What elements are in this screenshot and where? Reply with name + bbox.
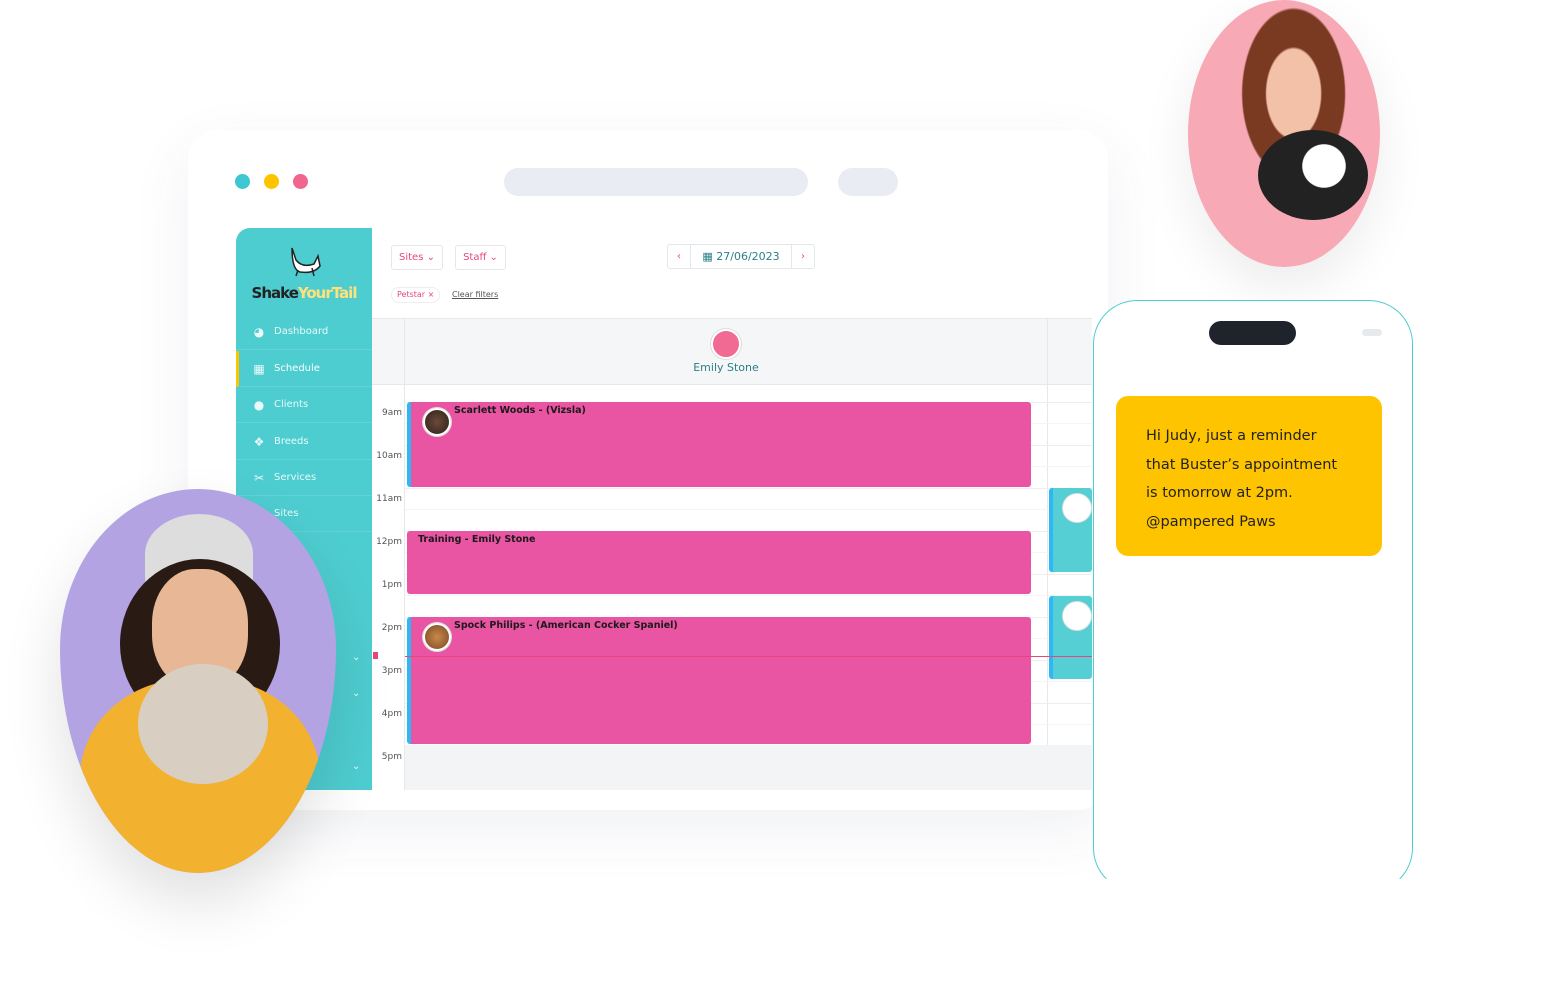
phone-sensor (1362, 329, 1382, 336)
user-icon: ● (253, 397, 265, 412)
training-event[interactable]: Training - Emily Stone (407, 531, 1031, 594)
pet-avatar (1063, 602, 1091, 630)
message-line: Hi Judy, just a reminder (1146, 428, 1317, 444)
chevron-down-icon: ⌄ (426, 252, 435, 263)
message-line: is tomorrow at 2pm. (1146, 485, 1293, 501)
window-dot-pink (293, 174, 308, 189)
staff-name: Emily Stone (693, 361, 759, 374)
window-dot-teal (235, 174, 250, 189)
event-title: Spock Philips - (American Cocker Spaniel… (454, 620, 678, 631)
time-label: 11am (376, 494, 402, 504)
filter-chip-petstar[interactable]: Petstar × (391, 287, 441, 303)
window-button[interactable] (838, 168, 898, 196)
message-line: @pampered Paws (1146, 513, 1276, 530)
sidebar-item-label: Sites (274, 508, 299, 519)
pet-avatar (423, 408, 451, 436)
chevron-down-icon[interactable]: ⌄ (352, 761, 360, 772)
dog-logo-icon (291, 247, 321, 277)
time-label: 5pm (381, 752, 402, 762)
time-label: 9am (381, 408, 402, 418)
prev-day-button[interactable]: ‹ (667, 244, 691, 269)
filter-chip-label: Petstar (397, 290, 426, 299)
sites-label: Sites (399, 252, 424, 263)
paw-icon: ❖ (253, 434, 265, 449)
woman-with-puppy-photo (60, 489, 336, 873)
woman-with-dog-photo (1188, 0, 1380, 267)
time-label: 10am (376, 451, 402, 461)
next-day-button[interactable]: › (791, 244, 815, 269)
sidebar-item-dashboard[interactable]: ◕ Dashboard (236, 314, 372, 350)
time-label: 2pm (381, 623, 402, 633)
pet-avatar (1063, 494, 1091, 522)
date-value: 27/06/2023 (716, 250, 780, 263)
reminder-message: Hi Judy, just a reminder that Buster’s a… (1116, 396, 1382, 556)
gauge-icon: ◕ (253, 324, 265, 339)
sidebar-item-services[interactable]: ✂ Services (236, 460, 372, 496)
message-line: that Buster’s appointment (1146, 456, 1338, 473)
logo: ShakeYourTail (236, 246, 372, 302)
calendar-icon: ▦ (253, 361, 265, 376)
chevron-down-icon: ⌄ (489, 252, 498, 263)
staff-dropdown[interactable]: Staff ⌄ (455, 245, 506, 270)
window-dot-yellow (264, 174, 279, 189)
time-label: 3pm (381, 666, 402, 676)
appointment-event[interactable]: Spock Philips - (American Cocker Spaniel… (407, 617, 1031, 744)
sidebar-item-label: Breeds (274, 436, 309, 447)
after-hours-area (405, 745, 1092, 790)
sidebar-item-label: Dashboard (274, 326, 329, 337)
calendar-icon: ▦ (702, 250, 713, 263)
phone-notch (1209, 321, 1296, 345)
sidebar-item-schedule[interactable]: ▦ Schedule (236, 351, 372, 387)
phone-mockup (1093, 300, 1413, 892)
close-icon[interactable]: × (428, 290, 435, 299)
half-hour-line (405, 509, 1092, 510)
staff-avatar (711, 329, 741, 359)
divider (1047, 318, 1048, 790)
event-title: Scarlett Woods - (Vizsla) (454, 405, 586, 416)
brand-name-light: YourTail (297, 284, 358, 302)
clear-filters-link[interactable]: Clear filters (452, 290, 498, 299)
sidebar-item-breeds[interactable]: ❖ Breeds (236, 424, 372, 460)
sites-dropdown[interactable]: Sites ⌄ (391, 245, 443, 270)
appointment-event-other[interactable] (1049, 488, 1092, 572)
chevron-down-icon[interactable]: ⌄ (352, 688, 360, 699)
time-label: 1pm (381, 580, 402, 590)
hour-line (405, 488, 1092, 489)
appointment-event-other[interactable] (1049, 596, 1092, 679)
event-title: Training - Emily Stone (418, 534, 536, 545)
time-label: 4pm (381, 709, 402, 719)
address-bar[interactable] (504, 168, 808, 196)
chevron-down-icon[interactable]: ⌄ (352, 652, 360, 663)
half-hour-line (405, 595, 1092, 596)
sidebar-item-clients[interactable]: ● Clients (236, 387, 372, 423)
time-label: 12pm (376, 537, 402, 547)
divider (404, 318, 405, 790)
staff-label: Staff (463, 252, 487, 263)
sidebar-item-label: Services (274, 472, 317, 483)
sidebar-item-label: Clients (274, 399, 309, 410)
brand-name-dark: Shake (251, 284, 299, 302)
date-picker[interactable]: ▦ 27/06/2023 (690, 244, 792, 269)
chevron-left-icon: ‹ (677, 251, 681, 262)
chevron-right-icon: › (801, 251, 805, 262)
current-time-marker (373, 652, 378, 659)
sidebar-item-label: Schedule (274, 363, 320, 374)
appointment-event[interactable]: Scarlett Woods - (Vizsla) (407, 402, 1031, 487)
scissors-icon: ✂ (253, 470, 265, 485)
current-time-line (405, 656, 1092, 657)
pet-avatar (423, 623, 451, 651)
